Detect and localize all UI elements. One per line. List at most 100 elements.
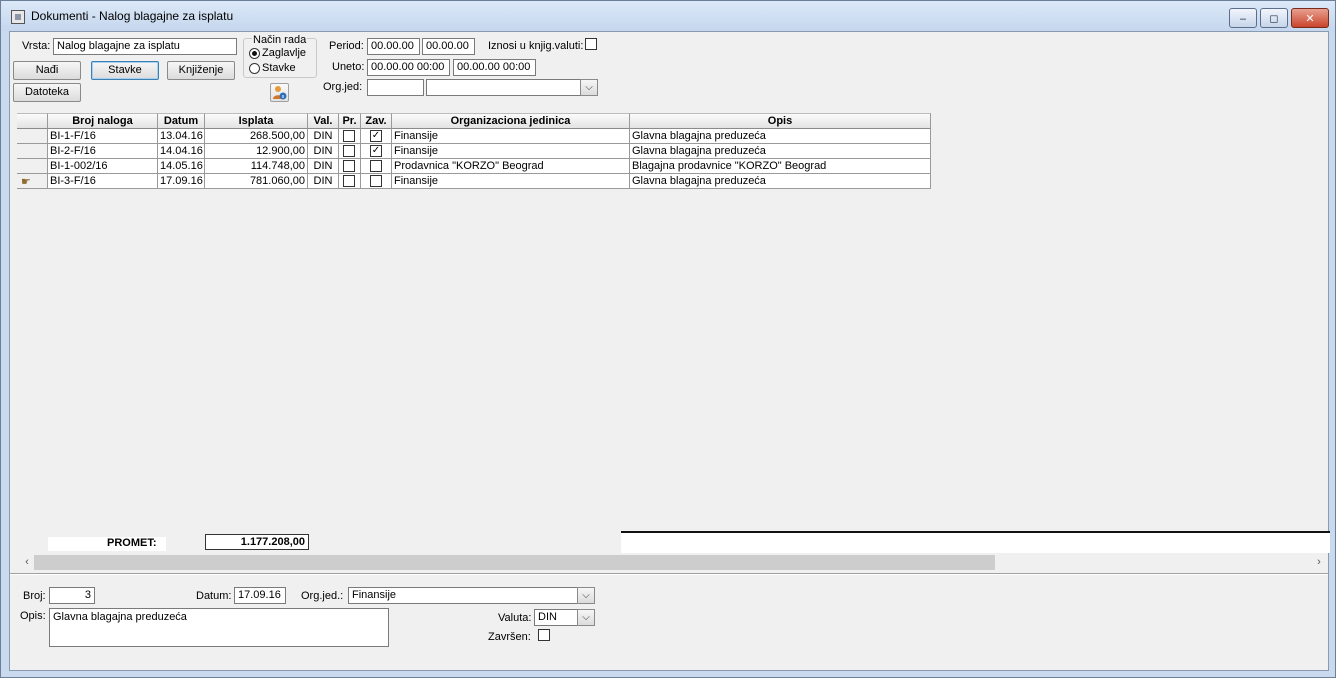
iznosi-checkbox[interactable]: [585, 38, 597, 50]
table-cell-val[interactable]: DIN: [308, 174, 339, 189]
pr-checkbox[interactable]: [343, 175, 355, 187]
table-cell-pr[interactable]: [339, 159, 361, 174]
table-cell-datum[interactable]: 14.05.16: [158, 159, 205, 174]
table-cell-pr[interactable]: [339, 129, 361, 144]
row-indicator-current[interactable]: ☛: [17, 174, 48, 189]
uneto-from-field[interactable]: 00.00.00 00:00: [367, 59, 450, 76]
table-cell-org[interactable]: Prodavnica "KORZO" Beograd: [392, 159, 630, 174]
period-to-field[interactable]: 00.00.00: [422, 38, 475, 55]
table-cell-isplata[interactable]: 781.060,00: [205, 174, 308, 189]
table-cell-isplata[interactable]: 114.748,00: [205, 159, 308, 174]
col-isplata[interactable]: Isplata: [205, 113, 308, 129]
table-cell-opis[interactable]: Glavna blagajna preduzeća: [630, 144, 931, 159]
table-cell-broj[interactable]: BI-2-F/16: [48, 144, 158, 159]
orgjed-name-field[interactable]: [426, 79, 598, 96]
table-cell-datum[interactable]: 17.09.16: [158, 174, 205, 189]
table-cell-datum[interactable]: 13.04.16: [158, 129, 205, 144]
broj-label: Broj:: [23, 590, 46, 602]
opis-textarea[interactable]: Glavna blagajna preduzeća: [49, 608, 389, 647]
table-cell-datum[interactable]: 14.04.16: [158, 144, 205, 159]
row-indicator[interactable]: [17, 144, 48, 159]
scroll-right-icon[interactable]: ›: [1312, 554, 1326, 571]
window-title: Dokumenti - Nalog blagajne za isplatu: [31, 9, 234, 23]
table-cell-zav[interactable]: ✓: [361, 144, 392, 159]
grid-indicator-header: [17, 113, 48, 129]
row-indicator[interactable]: [17, 129, 48, 144]
table-cell-zav[interactable]: [361, 159, 392, 174]
table-cell-zav[interactable]: [361, 174, 392, 189]
minimize-button[interactable]: ‒: [1229, 8, 1257, 28]
table-cell-broj[interactable]: BI-1-002/16: [48, 159, 158, 174]
uneto-to-field[interactable]: 00.00.00 00:00: [453, 59, 536, 76]
table-cell-isplata[interactable]: 12.900,00: [205, 144, 308, 159]
table-cell-broj[interactable]: BI-3-F/16: [48, 174, 158, 189]
orgjed-label: Org.jed:: [323, 81, 363, 93]
horizontal-scrollbar[interactable]: ‹ ›: [20, 554, 1326, 571]
knjizenje-button[interactable]: Knjiženje: [167, 61, 235, 80]
table-cell-org[interactable]: Finansije: [392, 174, 630, 189]
panel-separator: [10, 573, 1328, 575]
col-datum[interactable]: Datum: [158, 113, 205, 129]
col-zav[interactable]: Zav.: [361, 113, 392, 129]
col-val[interactable]: Val.: [308, 113, 339, 129]
table-cell-broj[interactable]: BI-1-F/16: [48, 129, 158, 144]
table-cell-val[interactable]: DIN: [308, 144, 339, 159]
nadji-button[interactable]: Nađi: [13, 61, 81, 80]
hand-pointer-icon: ☛: [21, 176, 31, 188]
zavrsen-checkbox[interactable]: [538, 629, 550, 641]
datoteka-button[interactable]: Datoteka: [13, 83, 81, 102]
zav-checkbox[interactable]: [370, 175, 382, 187]
broj-field[interactable]: 3: [49, 587, 95, 604]
vrsta-field[interactable]: Nalog blagajne za isplatu: [53, 38, 237, 55]
nacin-rada-label: Način rada: [252, 34, 308, 46]
orgjed-code-field[interactable]: [367, 79, 424, 96]
scroll-thumb[interactable]: [34, 555, 995, 570]
table-cell-val[interactable]: DIN: [308, 129, 339, 144]
zav-checkbox-checked[interactable]: ✓: [370, 130, 382, 142]
user-info-button[interactable]: [270, 83, 289, 102]
datum-field[interactable]: 17.09.16: [234, 587, 286, 604]
col-org-jedinica[interactable]: Organizaciona jedinica: [392, 113, 630, 129]
app-icon: [11, 10, 25, 24]
pr-checkbox[interactable]: [343, 145, 355, 157]
zav-checkbox-checked[interactable]: ✓: [370, 145, 382, 157]
col-pr[interactable]: Pr.: [339, 113, 361, 129]
col-opis[interactable]: Opis: [630, 113, 931, 129]
close-button[interactable]: ✕: [1291, 8, 1329, 28]
row-indicator[interactable]: [17, 159, 48, 174]
datum-label: Datum:: [196, 590, 232, 602]
client-area: Vrsta: Nalog blagajne za isplatu Nađi St…: [9, 31, 1330, 671]
pr-checkbox[interactable]: [343, 130, 355, 142]
pr-checkbox[interactable]: [343, 160, 355, 172]
uneto-label: Uneto:: [332, 61, 365, 73]
table-cell-pr[interactable]: [339, 174, 361, 189]
radio-zaglavlje-label: Zaglavlje: [262, 47, 307, 59]
title-bar: Dokumenti - Nalog blagajne za isplatu ‒ …: [1, 1, 1335, 31]
table-cell-isplata[interactable]: 268.500,00: [205, 129, 308, 144]
table-cell-org[interactable]: Finansije: [392, 129, 630, 144]
detail-orgjed-label: Org.jed.:: [301, 590, 344, 602]
detail-orgjed-field[interactable]: Finansije: [348, 587, 595, 604]
table-cell-opis[interactable]: Glavna blagajna preduzeća: [630, 129, 931, 144]
promet-label: PROMET:: [107, 537, 157, 549]
table-cell-pr[interactable]: [339, 144, 361, 159]
valuta-label: Valuta:: [498, 612, 532, 624]
radio-zaglavlje[interactable]: [249, 48, 260, 59]
scroll-left-icon[interactable]: ‹: [20, 554, 34, 571]
table-cell-org[interactable]: Finansije: [392, 144, 630, 159]
maximize-button[interactable]: ◻: [1260, 8, 1288, 28]
opis-label: Opis:: [20, 610, 46, 622]
table-cell-opis[interactable]: Blagajna prodavnice "KORZO" Beograd: [630, 159, 931, 174]
orgjed-dropdown-button[interactable]: ⌵: [580, 79, 598, 96]
col-broj-naloga[interactable]: Broj naloga: [48, 113, 158, 129]
valuta-dropdown[interactable]: ⌵: [577, 609, 595, 626]
radio-stavke[interactable]: [249, 63, 260, 74]
table-cell-zav[interactable]: ✓: [361, 129, 392, 144]
zav-checkbox[interactable]: [370, 160, 382, 172]
period-from-field[interactable]: 00.00.00: [367, 38, 420, 55]
table-cell-val[interactable]: DIN: [308, 159, 339, 174]
table-cell-opis[interactable]: Glavna blagajna preduzeća: [630, 174, 931, 189]
zavrsen-label: Završen:: [488, 631, 531, 643]
stavke-button[interactable]: Stavke: [91, 61, 159, 80]
detail-orgjed-dropdown[interactable]: ⌵: [577, 587, 595, 604]
